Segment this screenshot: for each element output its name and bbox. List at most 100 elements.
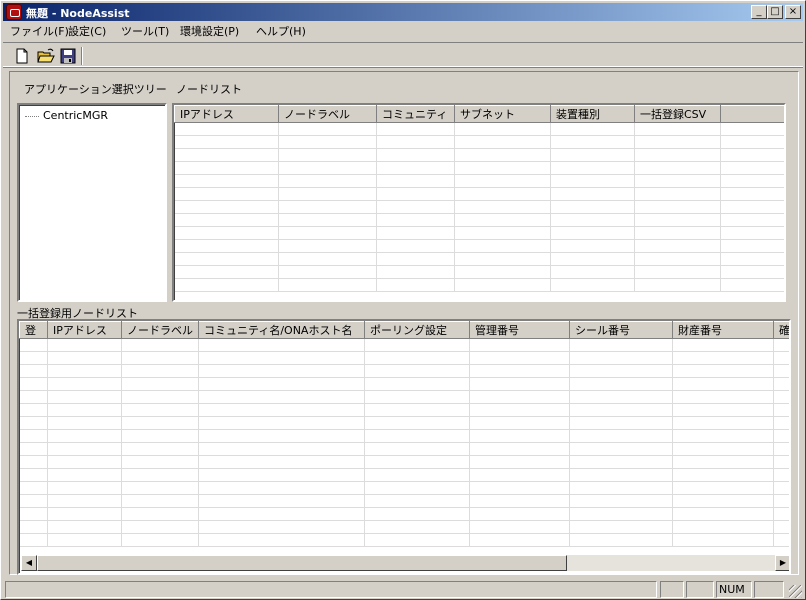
table-cell[interactable] [469,494,570,508]
table-cell[interactable] [569,468,673,482]
table-cell[interactable] [550,252,635,266]
table-cell[interactable] [634,213,721,227]
table-cell[interactable] [550,187,635,201]
table-row[interactable] [19,338,789,352]
table-row[interactable] [174,161,784,175]
table-cell[interactable] [469,507,570,521]
table-cell[interactable] [634,265,721,279]
table-cell[interactable] [364,338,470,352]
table-cell[interactable] [672,403,774,417]
table-cell[interactable] [364,533,470,547]
table-cell[interactable] [454,174,551,188]
table-row[interactable] [174,122,784,136]
table-row[interactable] [174,226,784,240]
table-cell[interactable] [376,135,455,149]
table-row[interactable] [19,442,789,456]
table-cell[interactable] [278,161,377,175]
application-tree[interactable]: CentricMGR [17,103,167,302]
table-cell[interactable] [469,520,570,534]
table-cell[interactable] [47,455,122,469]
table-cell[interactable] [720,265,784,279]
table-cell[interactable] [198,338,365,352]
table-row[interactable] [174,252,784,266]
table-cell[interactable] [469,390,570,404]
table-cell[interactable] [454,213,551,227]
scroll-left-button[interactable]: ◀ [21,555,37,571]
table-cell[interactable] [634,187,721,201]
table-cell[interactable] [773,429,789,443]
table-cell[interactable] [569,481,673,495]
table-cell[interactable] [376,226,455,240]
title-bar[interactable]: 無題 - NodeAssist _ □ × [3,3,803,21]
table-cell[interactable] [19,468,48,482]
table-cell[interactable] [121,403,199,417]
table-row[interactable] [19,377,789,391]
minimize-button[interactable]: _ [751,5,767,19]
table-cell[interactable] [454,265,551,279]
new-document-button[interactable] [11,46,33,66]
column-header-asset-number[interactable]: 財産番号 [672,321,774,339]
table-cell[interactable] [773,377,789,391]
table-cell[interactable] [720,213,784,227]
table-cell[interactable] [550,213,635,227]
table-cell[interactable] [47,364,122,378]
table-cell[interactable] [469,351,570,365]
table-cell[interactable] [569,429,673,443]
column-header-ip-address[interactable]: IPアドレス [47,321,122,339]
open-file-button[interactable] [35,46,57,66]
table-row[interactable] [174,278,784,292]
table-cell[interactable] [121,429,199,443]
table-cell[interactable] [47,442,122,456]
table-row[interactable] [19,533,789,547]
table-cell[interactable] [773,416,789,430]
table-cell[interactable] [198,364,365,378]
table-row[interactable] [19,455,789,469]
table-cell[interactable] [773,442,789,456]
table-cell[interactable] [364,520,470,534]
table-cell[interactable] [469,403,570,417]
table-cell[interactable] [19,455,48,469]
table-cell[interactable] [47,507,122,521]
table-cell[interactable] [19,442,48,456]
table-cell[interactable] [364,377,470,391]
table-cell[interactable] [634,174,721,188]
table-cell[interactable] [174,161,279,175]
table-cell[interactable] [376,161,455,175]
table-cell[interactable] [121,442,199,456]
table-cell[interactable] [19,507,48,521]
table-cell[interactable] [198,351,365,365]
table-cell[interactable] [376,239,455,253]
table-cell[interactable] [634,226,721,240]
table-cell[interactable] [364,442,470,456]
table-cell[interactable] [47,377,122,391]
table-cell[interactable] [19,481,48,495]
table-cell[interactable] [720,226,784,240]
table-cell[interactable] [121,364,199,378]
table-cell[interactable] [672,520,774,534]
table-cell[interactable] [19,364,48,378]
column-header-seal-number[interactable]: シール番号 [569,321,673,339]
column-header-polling-settings[interactable]: ポーリング設定 [364,321,470,339]
table-cell[interactable] [569,442,673,456]
table-cell[interactable] [278,174,377,188]
table-row[interactable] [174,187,784,201]
table-cell[interactable] [174,200,279,214]
table-cell[interactable] [773,455,789,469]
table-cell[interactable] [720,252,784,266]
table-cell[interactable] [364,403,470,417]
table-row[interactable] [19,494,789,508]
table-cell[interactable] [569,364,673,378]
table-cell[interactable] [773,533,789,547]
table-cell[interactable] [121,351,199,365]
table-row[interactable] [19,390,789,404]
table-cell[interactable] [364,455,470,469]
table-cell[interactable] [198,403,365,417]
table-row[interactable] [174,200,784,214]
table-cell[interactable] [720,122,784,136]
table-cell[interactable] [672,494,774,508]
table-cell[interactable] [550,161,635,175]
horizontal-scrollbar[interactable]: ◀ ▶ [21,555,789,571]
table-cell[interactable] [376,200,455,214]
table-row[interactable] [19,520,789,534]
table-cell[interactable] [454,122,551,136]
